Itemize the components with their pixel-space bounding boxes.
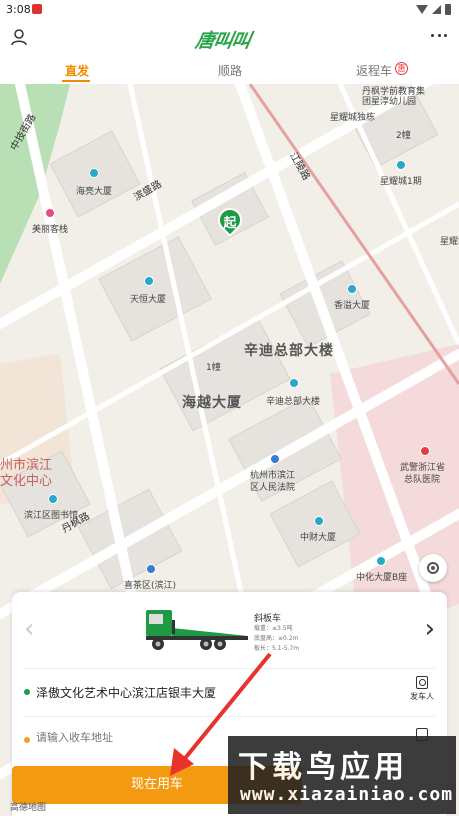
map-label-wujing2: 总队医院 [404,475,441,485]
wifi-icon [416,5,428,14]
poi-marker[interactable] [420,446,430,456]
map-label-tianheng: 天恒大厦 [130,295,167,305]
app-logo: 唐叫叫 [193,30,252,52]
map-label-xingshi: 星耀城 [440,237,459,247]
poi-marker[interactable] [89,168,99,178]
poi-marker[interactable] [144,276,154,286]
map-label-xiangyi: 香溢大厦 [334,301,371,311]
next-vehicle-button[interactable]: › [425,614,435,644]
tab-on-the-way[interactable]: 顺路 [218,62,242,79]
service-tabs: 直发 顺路 返程车 惠 [0,58,459,84]
vehicle-spec-chassis: 底盘高：≥0.2m [254,635,299,642]
map-label-haiyue: 海越大厦 [182,395,242,411]
poi-marker[interactable] [48,494,58,504]
map-attribution: 高德地图 [10,803,47,813]
map-label-building1: 1幢 [206,363,221,373]
map-label-xindi-small: 辛迪总部大楼 [266,397,321,407]
watermark: 下载鸟应用 www.xiazainiao.com [228,736,456,814]
battery-icon [445,4,451,15]
poi-marker[interactable] [347,284,357,294]
poi-marker[interactable] [146,564,156,574]
map-label-building2: 2幢 [396,131,411,141]
map-label-haike: 海亮大厦 [76,187,113,197]
active-tab-indicator [62,80,90,82]
map-label-court2: 区人民法院 [250,483,296,493]
map-label-xingyao: 星耀城1期 [380,177,422,187]
sender-label: 发车人 [410,692,434,701]
vehicle-spec-load: 载重：≤3.5吨 [254,625,293,632]
map-label-culture2: 文化中心 [0,474,53,489]
dest-dot-icon [24,737,30,743]
locate-button[interactable] [419,554,447,582]
start-pin-label: 起 [223,216,237,231]
poi-marker[interactable] [314,516,324,526]
notification-icon [32,4,42,14]
map-label-zhonghua: 中化大厦B座 [356,573,408,583]
map-label-library: 滨江区图书馆 [24,511,79,521]
more-icon[interactable] [431,34,447,38]
start-pin[interactable]: 起 [213,203,247,240]
system-icons [416,4,451,15]
app-header: 唐叫叫 直发 顺路 返程车 惠 [0,20,459,84]
status-time: 3:08 [6,3,31,16]
map-label-zhongcai: 中财大厦 [300,533,337,543]
signal-icon [432,5,441,14]
poi-marker[interactable] [376,556,386,566]
map-label-xindi-big: 辛迪总部大楼 [244,343,334,359]
contact-card-icon [416,676,428,689]
map-label-meili: 美丽客栈 [32,225,69,235]
watermark-main: 下载鸟应用 [238,750,408,785]
user-icon[interactable] [10,28,28,46]
map-label-xingyaoshop: 星耀城独栋 [330,113,376,123]
tab-return-trip[interactable]: 返程车 [356,62,392,79]
poi-marker[interactable] [45,208,55,218]
poi-marker[interactable] [396,160,406,170]
status-bar: 3:08 [0,0,459,20]
map-label-fangmu: 喜茶区(滨江) [124,581,177,591]
sender-button[interactable]: 发车人 [407,676,437,702]
poi-marker[interactable] [270,454,280,464]
discount-badge: 惠 [395,62,408,75]
tab-direct[interactable]: 直发 [65,62,89,79]
prev-vehicle-button[interactable]: ‹ [24,614,34,644]
watermark-sub: www.xiazainiao.com [240,784,454,805]
map-label-school2: 团星淳幼儿园 [362,97,417,107]
poi-marker[interactable] [289,378,299,388]
start-dot-icon [24,689,30,695]
tow-truck-icon [146,610,248,650]
